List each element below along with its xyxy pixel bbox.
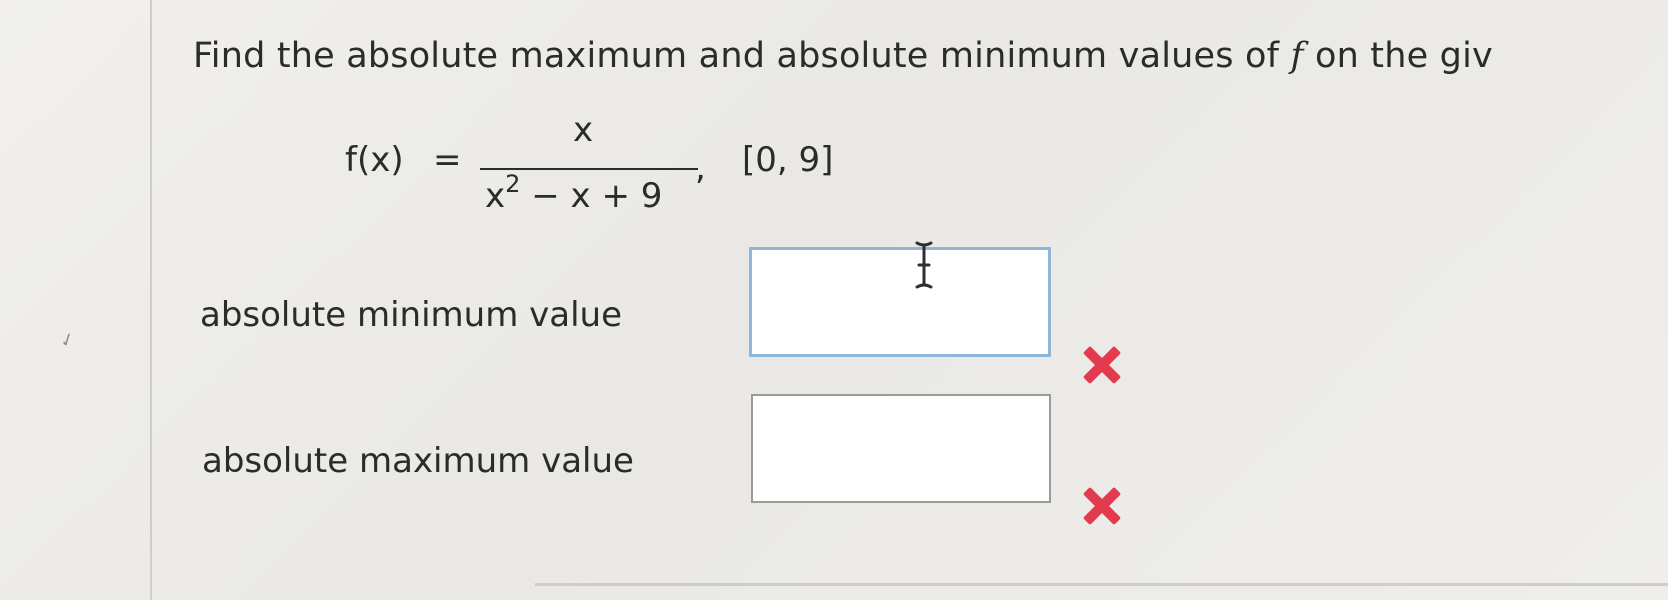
formula-numerator: x <box>573 110 594 150</box>
question-text: Find the absolute maximum and absolute m… <box>193 36 1493 76</box>
denominator-base: x <box>485 176 506 216</box>
question-prefix: Find the absolute maximum and absolute m… <box>193 36 1291 76</box>
incorrect-x-icon <box>1080 343 1124 387</box>
maximum-label: absolute maximum value <box>202 441 634 481</box>
formula-comma: , <box>695 148 706 188</box>
text-cursor-icon <box>915 241 933 289</box>
denominator-rest: − x + 9 <box>520 176 663 216</box>
minimum-label: absolute minimum value <box>200 295 623 335</box>
bottom-border <box>535 583 1668 586</box>
formula-equals: = <box>433 140 462 180</box>
formula-denominator: x2 − x + 9 <box>485 170 663 216</box>
incorrect-x-icon <box>1080 484 1124 528</box>
question-suffix: on the giv <box>1303 36 1493 76</box>
checkmark-icon: ✓ <box>56 328 79 353</box>
denominator-exponent: 2 <box>505 170 521 198</box>
left-border <box>150 0 152 600</box>
minimum-answer-input[interactable] <box>749 247 1051 357</box>
question-page: ✓ Find the absolute maximum and absolute… <box>0 0 1668 600</box>
formula-interval: [0, 9] <box>742 140 834 180</box>
function-symbol: f <box>1290 36 1304 76</box>
maximum-answer-input[interactable] <box>751 394 1051 503</box>
formula-lhs: f(x) <box>345 140 404 180</box>
